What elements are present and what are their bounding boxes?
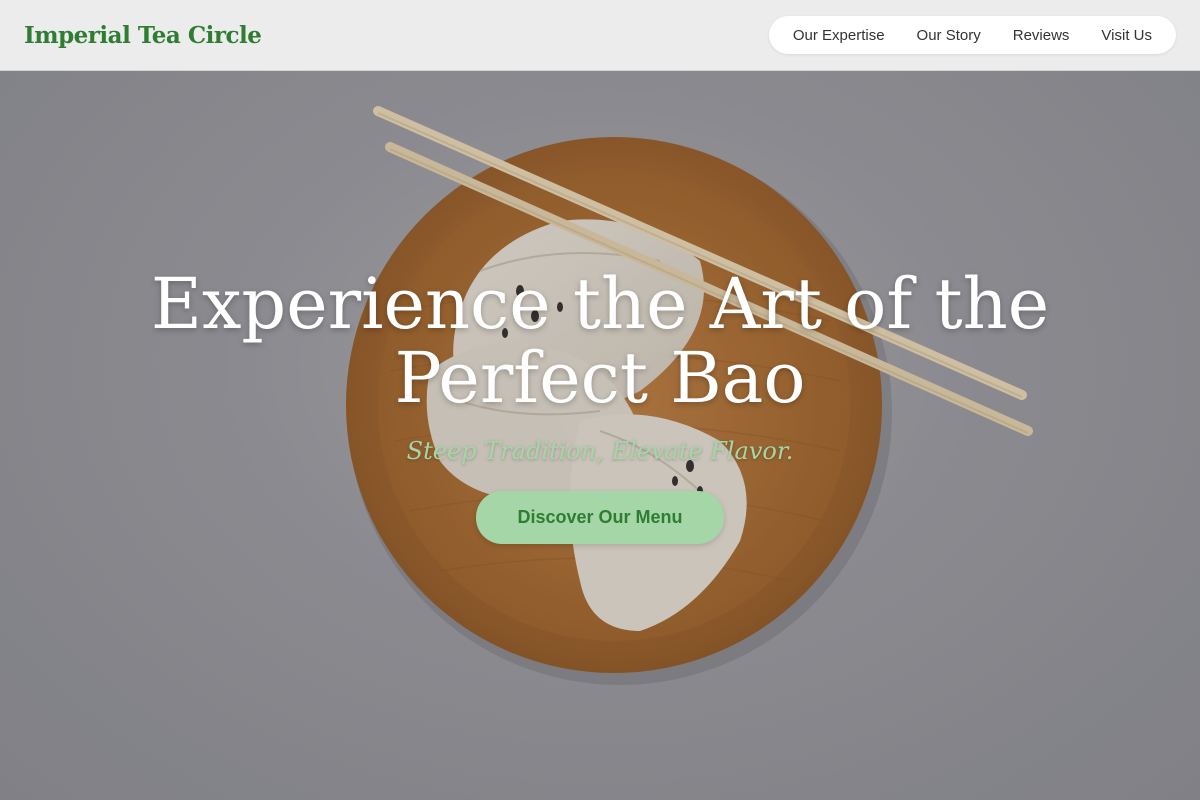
- nav-visit-us[interactable]: Visit Us: [1101, 27, 1152, 44]
- hero-title: Experience the Art of the Perfect Bao: [150, 263, 1050, 419]
- hero-content: Experience the Art of the Perfect Bao St…: [0, 267, 1200, 544]
- nav-our-story[interactable]: Our Story: [917, 27, 981, 44]
- hero-tagline: Steep Tradition, Elevate Flavor.: [406, 437, 794, 465]
- hero-section: Experience the Art of the Perfect Bao St…: [0, 71, 1200, 800]
- nav-our-expertise[interactable]: Our Expertise: [793, 27, 885, 44]
- nav-reviews[interactable]: Reviews: [1013, 27, 1070, 44]
- brand-logo[interactable]: Imperial Tea Circle: [24, 22, 262, 49]
- main-nav: Our Expertise Our Story Reviews Visit Us: [768, 16, 1176, 54]
- site-header: Imperial Tea Circle Our Expertise Our St…: [0, 0, 1200, 71]
- discover-menu-button[interactable]: Discover Our Menu: [476, 491, 724, 544]
